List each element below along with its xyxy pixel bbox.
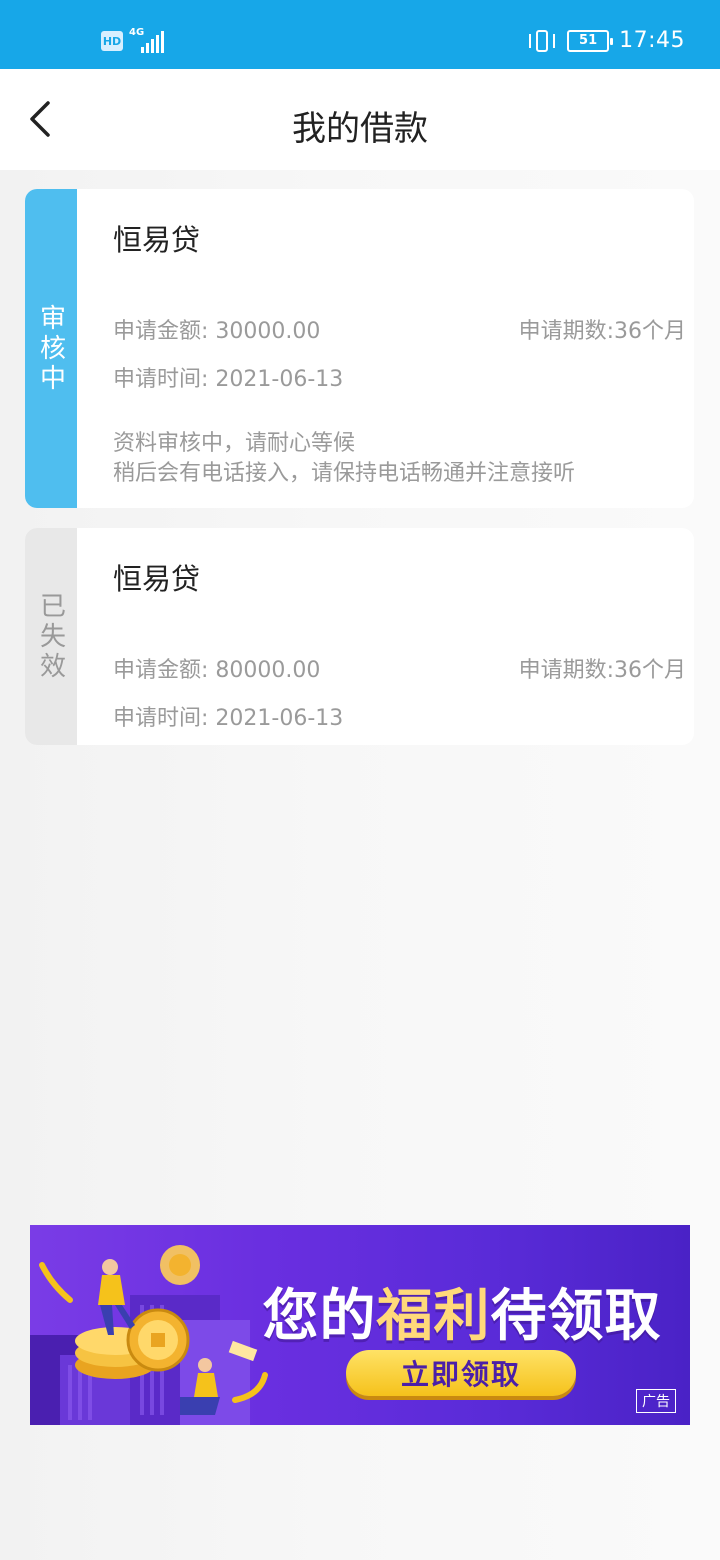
- hd-icon: HD: [101, 31, 123, 51]
- loan-note: 资料审核中，请耐心等候 稍后会有电话接入，请保持电话畅通并注意接听: [113, 429, 575, 489]
- ad-headline-highlight: 福利: [376, 1284, 491, 1349]
- loan-card[interactable]: 已失效 恒易贷 申请金额: 80000.00 申请期数:36个月 申请时间: 2…: [25, 528, 694, 745]
- ad-headline-suffix: 待领取: [490, 1284, 662, 1349]
- loan-note-line: 资料审核中，请耐心等候: [113, 431, 356, 456]
- ad-claim-button[interactable]: 立即领取: [346, 1350, 576, 1396]
- loan-term: 申请期数:36个月: [518, 319, 686, 344]
- status-badge-reviewing: 审核中: [25, 189, 77, 508]
- battery-level: 51: [579, 33, 598, 48]
- status-right: 51 17:45: [527, 28, 685, 53]
- loan-note-line: 稍后会有电话接入，请保持电话畅通并注意接听: [113, 461, 576, 486]
- loan-product-name: 恒易贷: [113, 562, 201, 596]
- ad-headline: 您的福利待领取: [262, 1271, 662, 1352]
- status-left: HD 4G: [101, 27, 167, 53]
- vibrate-icon: [527, 29, 557, 53]
- loan-product-name: 恒易贷: [113, 223, 201, 257]
- ad-illustration: [30, 1245, 268, 1425]
- clock: 17:45: [619, 28, 685, 53]
- signal-icon: 4G: [129, 27, 167, 53]
- loan-apply-time: 申请时间: 2021-06-13: [113, 706, 344, 731]
- loan-amount: 申请金额: 80000.00: [113, 658, 321, 683]
- loan-apply-time: 申请时间: 2021-06-13: [113, 367, 344, 392]
- page-title: 我的借款: [292, 109, 428, 149]
- loan-card[interactable]: 审核中 恒易贷 申请金额: 30000.00 申请期数:36个月 申请时间: 2…: [25, 189, 694, 508]
- ad-banner[interactable]: 您的福利待领取 立即领取 广告: [30, 1225, 690, 1425]
- ad-headline-prefix: 您的: [262, 1284, 377, 1349]
- app-header: 我的借款: [0, 69, 720, 170]
- status-badge-expired: 已失效: [25, 528, 77, 745]
- loan-term: 申请期数:36个月: [518, 658, 686, 683]
- battery-icon: 51: [567, 29, 614, 52]
- status-bar: HD 4G 51 17:45: [0, 0, 720, 69]
- loan-amount: 申请金额: 30000.00: [113, 319, 321, 344]
- ad-label: 广告: [636, 1389, 676, 1413]
